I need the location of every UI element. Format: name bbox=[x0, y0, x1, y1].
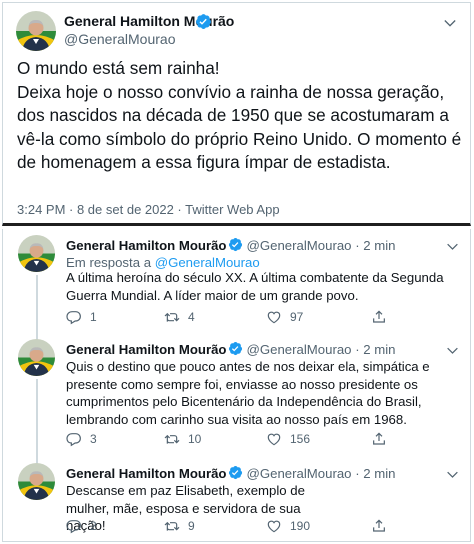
reply-text: Quis o destino que pouco antes de nos de… bbox=[66, 359, 430, 427]
share-button[interactable] bbox=[371, 431, 387, 447]
reply-button[interactable]: 1 bbox=[66, 309, 97, 325]
reply-time[interactable]: · 2 min bbox=[355, 466, 395, 481]
action-bar: 2 9 190 bbox=[66, 518, 406, 536]
reply-header: General Hamilton Mourão @GeneralMourao · … bbox=[66, 465, 396, 481]
main-tweet-card[interactable]: General Hamilton Mourão @GeneralMourao O… bbox=[2, 2, 471, 226]
author-name[interactable]: General Hamilton Mourão bbox=[66, 466, 226, 481]
retweet-count: 10 bbox=[188, 432, 202, 446]
caret-down-icon[interactable] bbox=[445, 343, 460, 358]
tweet-text: O mundo está sem rainha! Deixa hoje o no… bbox=[17, 58, 462, 172]
share-icon bbox=[371, 518, 387, 534]
reply-icon bbox=[66, 431, 82, 447]
reply-button[interactable]: 3 bbox=[66, 431, 97, 447]
reply-button[interactable]: 2 bbox=[66, 518, 97, 534]
verified-badge-icon bbox=[228, 341, 243, 356]
author-name[interactable]: General Hamilton Mourão bbox=[66, 342, 226, 357]
thread-line bbox=[36, 275, 38, 335]
thread-line bbox=[36, 379, 38, 461]
share-icon bbox=[371, 309, 387, 325]
retweet-button[interactable]: 4 bbox=[164, 309, 195, 325]
reply-time[interactable]: · 2 min bbox=[355, 342, 395, 357]
reply-tweet[interactable]: General Hamilton Mourão @GeneralMourao · … bbox=[3, 455, 470, 541]
reply-tweet[interactable]: General Hamilton Mourão @GeneralMourao · … bbox=[3, 331, 470, 461]
verified-badge-icon bbox=[195, 13, 212, 30]
like-icon bbox=[266, 518, 282, 534]
like-button[interactable]: 97 bbox=[266, 309, 303, 325]
caret-down-icon[interactable] bbox=[445, 239, 460, 254]
verified-badge-icon bbox=[228, 465, 243, 480]
reply-icon bbox=[66, 518, 82, 534]
reply-count: 2 bbox=[90, 519, 97, 533]
reply-text: A última heroína do século XX. A última … bbox=[66, 270, 444, 303]
author-handle[interactable]: @GeneralMourao bbox=[246, 342, 351, 357]
share-icon bbox=[371, 431, 387, 447]
retweet-button[interactable]: 9 bbox=[164, 518, 195, 534]
avatar[interactable] bbox=[18, 339, 55, 376]
like-icon bbox=[266, 309, 282, 325]
reply-header: General Hamilton Mourão @GeneralMourao · … bbox=[66, 341, 396, 357]
avatar[interactable] bbox=[18, 463, 55, 500]
reply-to-prefix: Em resposta a bbox=[66, 255, 155, 270]
reply-count: 3 bbox=[90, 432, 97, 446]
reply-count: 1 bbox=[90, 310, 97, 324]
reply-icon bbox=[66, 309, 82, 325]
reply-to-line: Em resposta a @GeneralMourao bbox=[66, 255, 260, 270]
like-count: 97 bbox=[290, 310, 304, 324]
author-handle[interactable]: @GeneralMourao bbox=[64, 31, 176, 47]
share-button[interactable] bbox=[371, 518, 387, 534]
caret-down-icon[interactable] bbox=[442, 15, 458, 31]
avatar[interactable] bbox=[18, 235, 55, 272]
retweet-icon bbox=[164, 431, 180, 447]
avatar[interactable] bbox=[16, 11, 56, 51]
like-button[interactable]: 156 bbox=[266, 431, 310, 447]
action-bar: 1 4 97 bbox=[66, 309, 406, 327]
author-handle[interactable]: @GeneralMourao bbox=[246, 466, 351, 481]
verified-badge-icon bbox=[228, 237, 243, 252]
like-icon bbox=[266, 431, 282, 447]
action-bar: 3 10 156 bbox=[66, 431, 406, 449]
retweet-count: 9 bbox=[188, 519, 195, 533]
retweet-icon bbox=[164, 518, 180, 534]
replies-card: General Hamilton Mourão @GeneralMourao · … bbox=[2, 229, 471, 542]
like-count: 190 bbox=[290, 519, 311, 533]
tweet-timestamp[interactable]: 3:24 PM · 8 de set de 2022 · Twitter Web… bbox=[17, 202, 280, 217]
retweet-icon bbox=[164, 309, 180, 325]
retweet-button[interactable]: 10 bbox=[164, 431, 201, 447]
like-count: 156 bbox=[290, 432, 311, 446]
author-name[interactable]: General Hamilton Mourão bbox=[66, 238, 226, 253]
reply-header: General Hamilton Mourão @GeneralMourao · … bbox=[66, 237, 396, 253]
reply-time[interactable]: · 2 min bbox=[355, 238, 395, 253]
reply-tweet[interactable]: General Hamilton Mourão @GeneralMourao · … bbox=[3, 229, 470, 335]
author-handle[interactable]: @GeneralMourao bbox=[246, 238, 351, 253]
share-button[interactable] bbox=[371, 309, 387, 325]
reply-to-handle-link[interactable]: @GeneralMourao bbox=[155, 255, 260, 270]
like-button[interactable]: 190 bbox=[266, 518, 310, 534]
caret-down-icon[interactable] bbox=[445, 467, 460, 482]
retweet-count: 4 bbox=[188, 310, 195, 324]
